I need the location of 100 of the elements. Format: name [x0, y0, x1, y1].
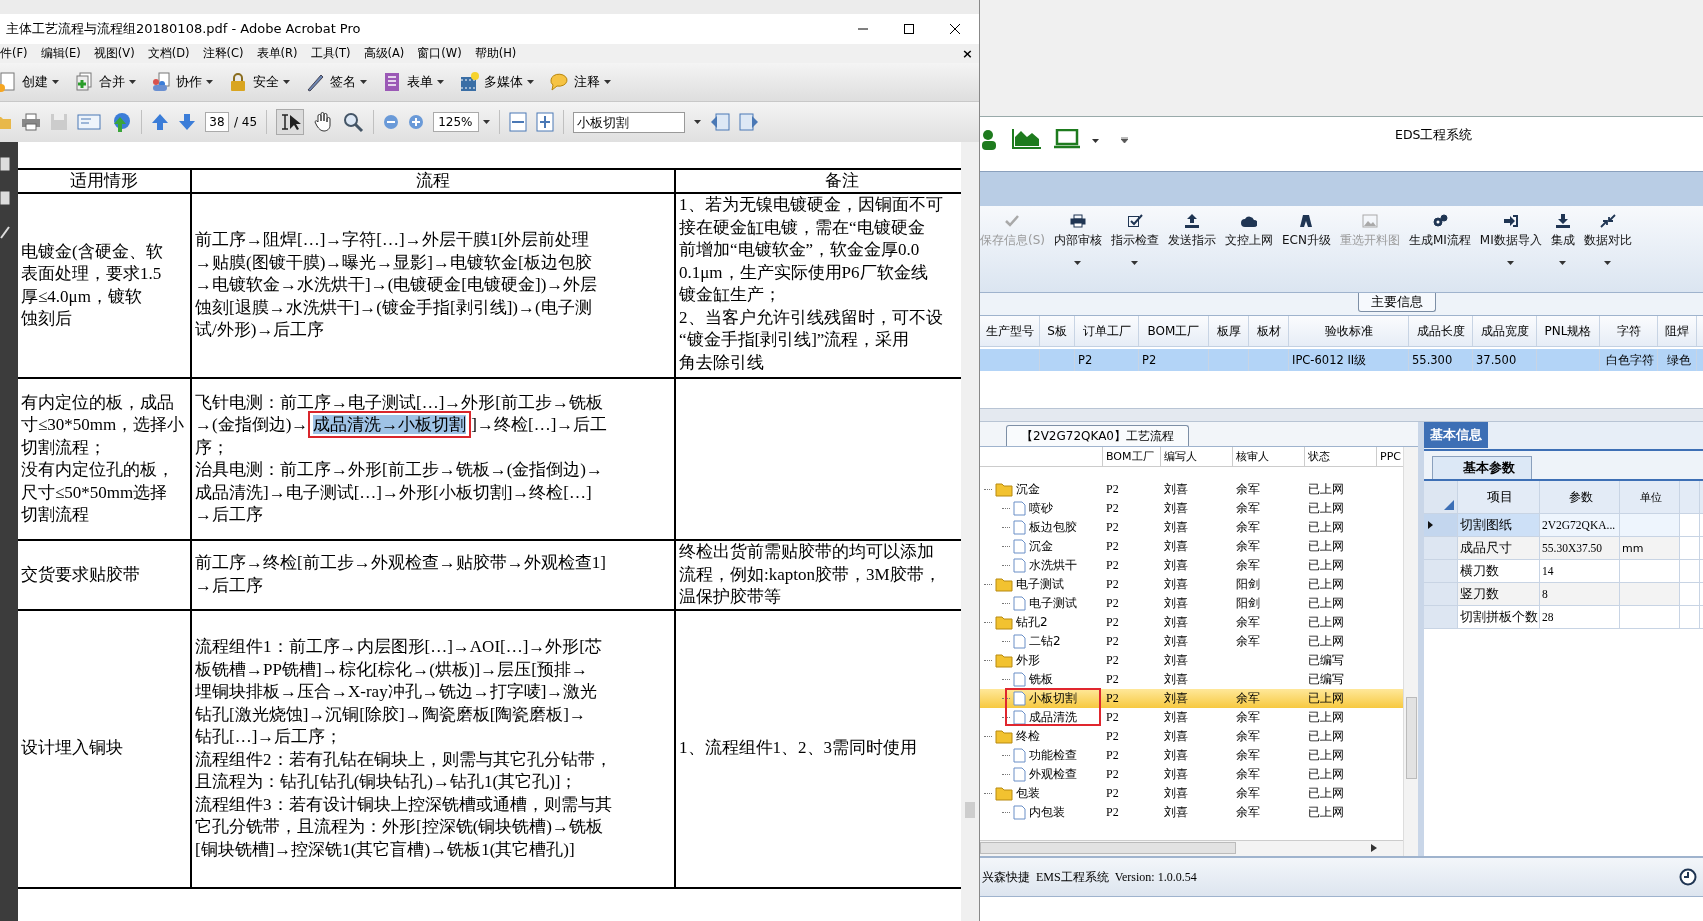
column-header[interactable]: 订单工厂 [1075, 316, 1139, 346]
column-header[interactable]: 生产型号 [980, 316, 1040, 346]
menu-item[interactable]: 窗口(W) [417, 46, 462, 61]
find-previous-icon[interactable] [710, 113, 731, 131]
column-header[interactable]: 成品长度 [1409, 316, 1473, 346]
select-tool-icon[interactable] [276, 109, 305, 135]
toolbar-button[interactable]: 安全 [223, 71, 294, 93]
zoom-dropdown[interactable]: 125% [433, 112, 480, 132]
column-header[interactable]: 板材 [1249, 316, 1289, 346]
vertical-scrollbar[interactable] [961, 142, 979, 921]
close-document-button[interactable]: × [962, 46, 973, 61]
column-header[interactable]: BOM工厂 [1102, 447, 1160, 466]
tree-row[interactable]: 沉金 P2 刘喜 余军 已上网 [980, 480, 1403, 499]
ribbon-button[interactable]: ECN升级 [1280, 206, 1333, 268]
pen-icon[interactable] [0, 225, 10, 239]
select-all-icon[interactable] [1444, 500, 1454, 510]
tree-row[interactable]: 二钻2 P2 刘喜 余军 已上网 [980, 632, 1403, 651]
toolbar-button[interactable]: 多媒体 [454, 71, 538, 93]
grid-row[interactable]: 成品尺寸 55.30X37.50 mm [1424, 537, 1703, 560]
menu-item[interactable]: 高级(A) [363, 46, 405, 61]
pages-icon[interactable] [0, 157, 10, 171]
tree-row[interactable]: 功能检查 P2 刘喜 余军 已上网 [980, 746, 1403, 765]
row-header[interactable] [1424, 514, 1458, 536]
tree-row[interactable]: 板边包胶 P2 刘喜 余军 已上网 [980, 518, 1403, 537]
menu-item[interactable]: 编辑(E) [40, 46, 81, 61]
toolbar-button[interactable]: 表单 [377, 71, 448, 93]
column-header[interactable]: BOM工厂 [1139, 316, 1209, 346]
attachment-icon[interactable] [0, 191, 10, 205]
scrollbar-thumb[interactable] [1406, 697, 1417, 779]
grid-row[interactable]: 切割拼板个数 28 [1424, 606, 1703, 629]
previous-page-icon[interactable] [151, 113, 169, 131]
ribbon-button[interactable]: 指示检查 [1109, 206, 1161, 268]
tree-row[interactable]: 外形 P2 刘喜 已编写 [980, 651, 1403, 670]
tree-row[interactable]: 电子测试 P2 刘喜 阳剑 已上网 [980, 575, 1403, 594]
column-header[interactable]: 验收标准 [1289, 316, 1409, 346]
tree-row[interactable]: 小板切割 P2 刘喜 余军 已上网 [980, 689, 1403, 708]
toolbar-button[interactable]: 合并 [69, 71, 140, 93]
zoom-out-icon[interactable] [383, 114, 400, 130]
toolbar-button[interactable]: 注释 [544, 71, 615, 93]
column-header[interactable]: 字符 [1600, 316, 1658, 346]
column-header[interactable]: 板厚 [1209, 316, 1249, 346]
customize-icon[interactable] [1121, 137, 1128, 143]
ribbon-button[interactable]: 集成 [1548, 206, 1577, 268]
column-header[interactable]: 编写人 [1160, 447, 1232, 466]
column-header[interactable]: 状态 [1304, 447, 1376, 466]
caret-icon[interactable] [1092, 139, 1099, 143]
ribbon-button[interactable]: 数据对比 [1581, 206, 1634, 268]
vertical-scrollbar[interactable] [1403, 447, 1418, 856]
column-header[interactable]: 核审人 [1232, 447, 1304, 466]
tree-row[interactable]: 内包装 P2 刘喜 余军 已上网 [980, 803, 1403, 822]
horizontal-scrollbar[interactable] [980, 840, 1403, 856]
tree-row[interactable]: 外观检查 P2 刘喜 余军 已上网 [980, 765, 1403, 784]
grid-row[interactable]: 竖刀数 8 [1424, 583, 1703, 606]
ribbon-button[interactable]: 发送指示 [1166, 206, 1218, 268]
close-icon[interactable] [949, 23, 961, 35]
caret-icon[interactable] [694, 120, 702, 124]
column-header[interactable]: 参数 [1540, 481, 1620, 513]
menu-item[interactable]: 件(F) [0, 46, 28, 61]
toolbar-button[interactable]: 创建 [0, 71, 63, 93]
menu-item[interactable]: 工具(T) [310, 46, 351, 61]
tree-row[interactable]: 铣板 P2 刘喜 已编写 [980, 670, 1403, 689]
zoom-tool-icon[interactable] [342, 111, 365, 133]
tree-row[interactable]: 钻孔2 P2 刘喜 余军 已上网 [980, 613, 1403, 632]
column-header[interactable]: S板 [1040, 316, 1075, 346]
print-icon[interactable] [21, 113, 41, 131]
column-header[interactable]: 单位 [1620, 481, 1680, 513]
fit-width-icon[interactable] [509, 112, 528, 132]
column-header[interactable]: PNL规格 [1537, 316, 1600, 346]
grid-row[interactable]: 切割图纸 2V2G72QKA... [1424, 514, 1703, 537]
next-page-icon[interactable] [178, 113, 196, 131]
find-next-icon[interactable] [739, 113, 760, 131]
menu-item[interactable]: 视图(V) [93, 46, 135, 61]
scrollbar-thumb[interactable] [965, 802, 975, 818]
monitor-icon[interactable] [1054, 129, 1080, 149]
menu-item[interactable]: 文档(D) [147, 46, 190, 61]
search-dropdown[interactable]: 小板切割 [573, 111, 686, 133]
tree-row[interactable]: 沉金 P2 刘喜 余军 已上网 [980, 537, 1403, 556]
tree-row[interactable]: 水洗烘干 P2 刘喜 余军 已上网 [980, 556, 1403, 575]
panel-tab[interactable]: 【2V2G72QKA0】工艺流程 [1006, 425, 1189, 446]
column-header[interactable]: 项目 [1458, 481, 1540, 513]
ribbon-button[interactable]: 文控上网 [1223, 206, 1275, 268]
menu-item[interactable]: 注释(C) [202, 46, 244, 61]
ribbon-button[interactable]: 生成MI流程 [1406, 206, 1473, 268]
section-tab[interactable]: 主要信息 [1357, 293, 1436, 312]
page-number-field[interactable]: 38 [205, 112, 229, 132]
tab[interactable]: 基本参数 [1432, 456, 1532, 479]
menu-item[interactable]: 表单(R) [256, 46, 298, 61]
zoom-in-icon[interactable] [408, 114, 425, 130]
menu-item[interactable]: 帮助(H) [474, 46, 517, 61]
column-header[interactable]: 阻焊 [1658, 316, 1697, 346]
email-icon[interactable] [77, 114, 101, 130]
hand-icon[interactable] [313, 112, 334, 132]
column-header[interactable]: 成品宽度 [1473, 316, 1537, 346]
tree-row[interactable]: 终检 P2 刘喜 余军 已上网 [980, 727, 1403, 746]
tree-row[interactable]: 电子测试 P2 刘喜 阳剑 已上网 [980, 594, 1403, 613]
tree-row[interactable]: 喷砂 P2 刘喜 余军 已上网 [980, 499, 1403, 518]
toolbar-button[interactable]: 协作 [146, 71, 217, 93]
ribbon-button[interactable]: 内部审核 [1052, 206, 1104, 268]
panel-tab[interactable]: 基本信息 [1424, 422, 1488, 448]
scroll-right-icon[interactable] [1371, 844, 1377, 852]
